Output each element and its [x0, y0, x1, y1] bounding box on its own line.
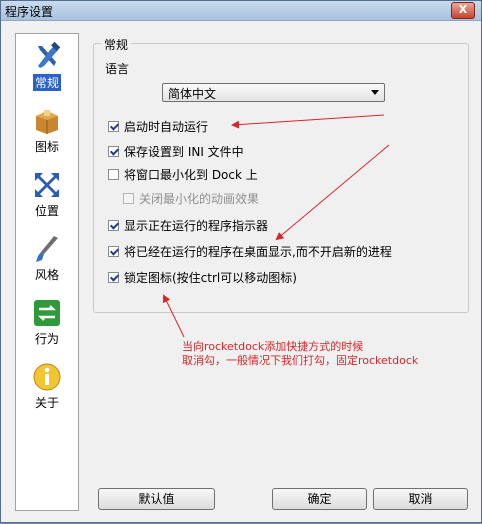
- settings-window: 程序设置 X 常规 图标 位置 风格 行为 关于 常规 语言 简体中文 启动时自…: [0, 0, 482, 523]
- annotation-text-line2: 取消勾，一般情况下我们打勾，固定rocketdock: [182, 354, 419, 367]
- annotation-arrow-autostart: [231, 114, 385, 129]
- default-button[interactable]: 默认值: [98, 488, 215, 510]
- ok-button[interactable]: 确定: [272, 488, 367, 510]
- annotation-arrows: [163, 114, 390, 338]
- annotation-arrow-lock: [163, 294, 185, 338]
- annotation-arrow-reuse: [275, 144, 390, 241]
- cancel-button[interactable]: 取消: [373, 488, 468, 510]
